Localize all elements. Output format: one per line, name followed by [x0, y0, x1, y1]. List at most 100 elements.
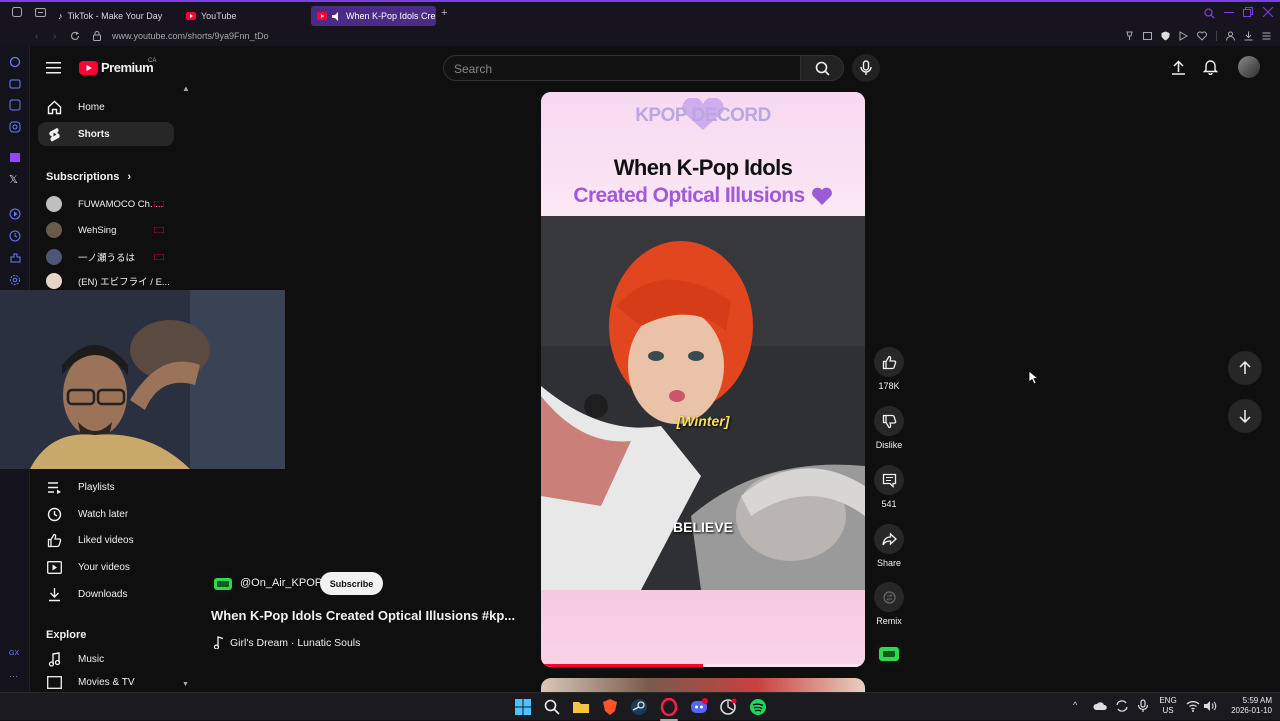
spotify-icon[interactable]	[749, 698, 767, 716]
instagram-icon[interactable]	[9, 121, 21, 133]
youtube-logo-icon	[79, 60, 98, 75]
next-short-button[interactable]	[1228, 399, 1262, 433]
subscribe-button[interactable]: Subscribe	[320, 572, 383, 595]
sidebar-item-your-videos[interactable]: Your videos	[38, 555, 174, 579]
more-icon[interactable]: ···	[9, 671, 21, 683]
like-button[interactable]	[874, 347, 904, 377]
gx-icon[interactable]: GX	[9, 650, 21, 662]
download-icon[interactable]	[1244, 31, 1253, 41]
settings-icon[interactable]	[9, 274, 21, 286]
clock[interactable]: 5:59 AM 2026-01-10	[1222, 696, 1272, 716]
aria-icon[interactable]	[9, 56, 21, 68]
sidebar-item-shorts[interactable]: Shorts	[38, 122, 174, 146]
wifi-icon[interactable]	[1186, 699, 1204, 717]
microphone-tray-icon[interactable]	[1137, 699, 1155, 717]
avatar[interactable]	[1238, 56, 1260, 78]
youtube-premium-logo[interactable]: Premium	[79, 60, 154, 75]
tab-shorts-active[interactable]: When K-Pop Idols Cre...	[311, 6, 436, 26]
search-tabs-icon[interactable]	[1204, 8, 1215, 19]
shield-icon[interactable]	[1161, 31, 1170, 41]
brave-browser-icon[interactable]	[601, 698, 619, 716]
windows-start-icon[interactable]	[514, 698, 532, 716]
opera-gx-icon[interactable]	[660, 698, 678, 716]
sync-icon[interactable]	[1115, 699, 1133, 717]
sidebar-item-movies-tv[interactable]: Movies & TV	[38, 674, 174, 690]
sidebar-item-music[interactable]: Music	[38, 647, 174, 671]
sidebar-item-liked-videos[interactable]: Liked videos	[38, 528, 174, 552]
workspace-icon[interactable]	[9, 78, 21, 90]
upload-button[interactable]	[1171, 60, 1186, 75]
dislike-button[interactable]	[874, 406, 904, 436]
channel-avatar[interactable]	[211, 572, 235, 596]
easy-setup-icon[interactable]	[1262, 31, 1271, 41]
video-progress-bar[interactable]	[541, 664, 865, 667]
subscription-item[interactable]: (EN) エビフライ / E...	[38, 273, 174, 289]
subscription-item[interactable]: FUWAMOCO Ch. ...	[38, 193, 174, 215]
notifications-button[interactable]	[1203, 59, 1218, 75]
chatgpt-icon[interactable]	[719, 698, 737, 716]
remix-button[interactable]	[874, 582, 904, 612]
next-short-preview[interactable]	[541, 678, 865, 692]
sidebar-item-playlists[interactable]: Playlists	[38, 475, 174, 499]
search-input[interactable]: Search	[443, 55, 801, 81]
history-icon[interactable]	[9, 230, 21, 242]
taskbar-search-icon[interactable]	[543, 698, 561, 716]
player-icon[interactable]	[9, 208, 21, 220]
voice-search-button[interactable]	[852, 54, 880, 82]
onedrive-cloud-icon[interactable]	[1093, 699, 1111, 717]
tab-menu-icon[interactable]	[35, 7, 46, 18]
previous-short-button[interactable]	[1228, 351, 1262, 385]
channel-avatar	[46, 196, 62, 212]
sound-thumbnail[interactable]	[876, 641, 902, 667]
subscription-item[interactable]: WehSing	[38, 219, 174, 241]
restore-icon[interactable]	[1243, 7, 1253, 17]
play-icon[interactable]	[1179, 31, 1188, 41]
new-tab-icon[interactable]: +	[441, 8, 451, 19]
tab-youtube[interactable]: YouTube	[186, 6, 286, 26]
short-video-title[interactable]: When K-Pop Idols Created Optical Illusio…	[211, 608, 515, 623]
extensions-icon[interactable]	[9, 252, 21, 264]
search-button[interactable]	[800, 55, 844, 81]
scroll-chevron-down-icon[interactable]: ▼	[182, 681, 189, 688]
tray-overflow-chevron-up-icon[interactable]: ^	[1073, 700, 1077, 710]
url-field[interactable]: www.youtube.com/shorts/9ya9Fnn_tDo	[112, 31, 269, 41]
tab-tiktok[interactable]: ♪ TikTok - Make Your Day	[58, 6, 178, 26]
sidebar-item-downloads[interactable]: Downloads	[38, 582, 174, 606]
subscription-item[interactable]: 一ノ瀬うるは	[38, 246, 174, 268]
sidebar-item-label: Your videos	[78, 561, 130, 573]
heart-icon[interactable]	[1197, 31, 1207, 41]
share-button[interactable]	[874, 524, 904, 554]
sidebar-item-home[interactable]: Home	[38, 95, 174, 119]
sidebar-item-watch-later[interactable]: Watch later	[38, 502, 174, 526]
short-bottom-panel	[541, 590, 865, 667]
messenger-icon[interactable]	[9, 99, 21, 111]
subscriptions-header[interactable]: Subscriptions ›	[46, 171, 131, 183]
channel-handle[interactable]: @On_Air_KPOP	[240, 577, 322, 589]
hamburger-menu-icon[interactable]	[46, 61, 61, 74]
steam-icon[interactable]	[630, 698, 648, 716]
short-video-player[interactable]: KPOP DECORD When K-Pop Idols Created Opt…	[541, 92, 865, 667]
close-icon[interactable]	[1263, 7, 1273, 17]
minimize-icon[interactable]	[1224, 12, 1234, 13]
youtube-icon	[317, 12, 327, 20]
sidebar-item-label: Home	[78, 101, 105, 113]
speaker-icon[interactable]	[332, 11, 341, 21]
x-icon[interactable]: 𝕏	[9, 174, 21, 186]
short-title-card: KPOP DECORD When K-Pop Idols Created Opt…	[541, 92, 865, 216]
opera-menu-icon[interactable]	[12, 7, 22, 17]
pin-icon[interactable]	[1125, 31, 1134, 41]
account-icon[interactable]	[1226, 31, 1235, 41]
short-title-line2-row: Created Optical Illusions	[541, 184, 865, 208]
language-indicator[interactable]: ENG US	[1157, 696, 1179, 716]
snapshot-icon[interactable]	[1143, 31, 1152, 41]
reload-icon[interactable]	[70, 31, 80, 41]
discord-icon[interactable]	[690, 698, 708, 716]
back-icon[interactable]: ‹	[35, 31, 38, 42]
sound-link[interactable]: Girl's Dream · Lunatic Souls	[213, 636, 360, 649]
volume-icon[interactable]	[1203, 699, 1221, 717]
forward-icon[interactable]: ›	[53, 31, 56, 42]
comments-button[interactable]	[874, 465, 904, 495]
collapse-chevron-up-icon[interactable]: ▲	[182, 84, 190, 93]
twitch-icon[interactable]	[9, 152, 21, 164]
file-explorer-icon[interactable]	[572, 698, 590, 716]
